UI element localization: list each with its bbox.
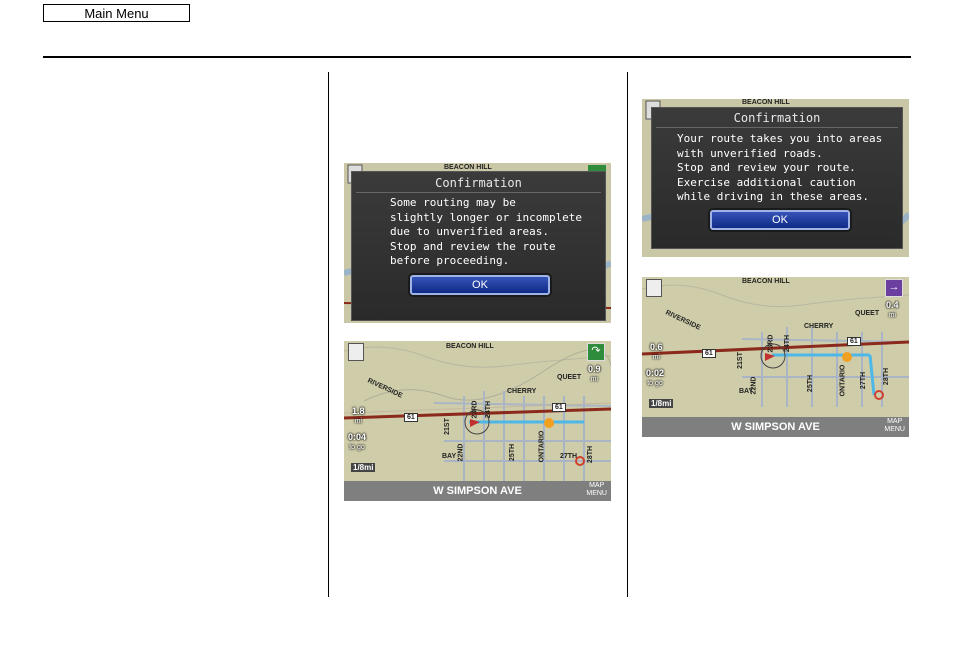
main-menu-button[interactable]: Main Menu [43, 4, 190, 22]
23rd-label: 23RD [471, 400, 479, 419]
compass-icon[interactable] [348, 343, 364, 361]
map-menu-label-2: MENU [586, 490, 607, 497]
destination-distance-unit: mi [652, 354, 660, 361]
time-remaining-label: to go [349, 444, 365, 451]
queet-label: QUEET [855, 310, 880, 317]
route-61-sign-east: 61 [847, 337, 861, 346]
25th-label: 25TH [807, 374, 815, 393]
23rd-label: 23RD [767, 334, 775, 353]
map-scale[interactable]: 1/8mi [351, 463, 376, 472]
map-screenshot-2: → BEACON HILL RIVERSIDE CHERRY QUEET 21S… [642, 277, 909, 437]
destination-distance: 0.6 [650, 342, 663, 352]
route-61-sign: 61 [404, 413, 418, 422]
28th-label: 28TH [883, 367, 891, 386]
map-screenshot-1: ↷ BEACON HILL RIVERSIDE CHERRY QUEET 21S… [344, 341, 611, 501]
time-remaining: 0:02 [646, 368, 665, 378]
ok-button[interactable]: OK [710, 210, 850, 230]
ontario-label: ONTARIO [839, 364, 847, 397]
destination-distance: 1.8 [352, 406, 365, 416]
turn-arrow-icon: ↷ [587, 343, 605, 361]
bay-label: BAY [739, 388, 754, 395]
time-remaining-label: to go [647, 380, 663, 387]
map-menu-button[interactable]: MAP MENU [586, 482, 607, 498]
27th-label: 27TH [560, 453, 578, 460]
cherry-label: CHERRY [804, 323, 834, 330]
map-canvas [642, 277, 909, 437]
28th-label: 28TH [587, 445, 595, 464]
map-menu-label-1: MAP [589, 482, 605, 489]
cherry-label: CHERRY [507, 388, 537, 395]
current-street-name: W SIMPSON AVE [731, 421, 820, 433]
dialog-divider [356, 192, 601, 193]
map-menu-button[interactable]: MAP MENU [884, 418, 905, 434]
street-bar: W SIMPSON AVE MAP MENU [642, 417, 909, 437]
destination-distance-unit: mi [354, 418, 362, 425]
map-canvas [344, 341, 611, 501]
next-turn-unit: mi [888, 312, 896, 319]
next-turn-distance: 0.4 [886, 300, 899, 310]
compass-icon[interactable] [646, 279, 662, 297]
beacon-hill-label: BEACON HILL [742, 99, 790, 106]
column-divider-left [328, 72, 329, 597]
22nd-label: 22ND [457, 443, 465, 462]
confirmation-dialog-1: Confirmation Some routing may be slightl… [351, 171, 606, 321]
24th-label: 24TH [784, 334, 792, 353]
dialog-message: Some routing may be slightly longer or i… [390, 196, 583, 267]
25th-label: 25TH [509, 443, 517, 462]
street-bar: W SIMPSON AVE MAP MENU [344, 481, 611, 501]
map-menu-label-1: MAP [887, 418, 903, 425]
map-scale[interactable]: 1/8mi [649, 399, 674, 408]
21st-label: 21ST [736, 352, 744, 369]
dialog-title: Confirmation [435, 176, 522, 190]
route-61-sign: 61 [702, 349, 716, 358]
dialog-message: Your route takes you into areas with unv… [677, 132, 883, 203]
header-rule [43, 56, 911, 58]
bay-label: BAY [442, 453, 457, 460]
map-menu-label-2: MENU [884, 426, 905, 433]
beacon-hill-label: BEACON HILL [444, 164, 492, 171]
dialog-title: Confirmation [733, 111, 821, 125]
turn-arrow-icon: → [885, 279, 903, 297]
beacon-hill-label: BEACON HILL [742, 278, 790, 285]
21st-label: 21ST [443, 418, 451, 435]
confirmation-screenshot-2: BEACON HILL Confirmation Your route take… [642, 99, 909, 257]
next-turn-distance: 0.9 [588, 364, 601, 374]
next-turn-unit: mi [590, 376, 598, 383]
ontario-label: ONTARIO [538, 430, 546, 463]
queet-label: QUEET [557, 374, 582, 381]
confirmation-dialog-2: Confirmation Your route takes you into a… [651, 107, 903, 249]
beacon-hill-label: BEACON HILL [446, 343, 494, 350]
24th-label: 24TH [485, 400, 493, 419]
confirmation-screenshot-1: BEACON HILL Confirmation Some routing ma… [344, 163, 611, 323]
column-divider-right [627, 72, 628, 597]
27th-label: 27TH [860, 371, 868, 390]
ok-button[interactable]: OK [410, 275, 550, 295]
time-remaining: 0:04 [348, 432, 367, 442]
current-street-name: W SIMPSON AVE [433, 485, 522, 497]
dialog-divider [656, 127, 898, 128]
route-61-sign-east: 61 [552, 403, 566, 412]
